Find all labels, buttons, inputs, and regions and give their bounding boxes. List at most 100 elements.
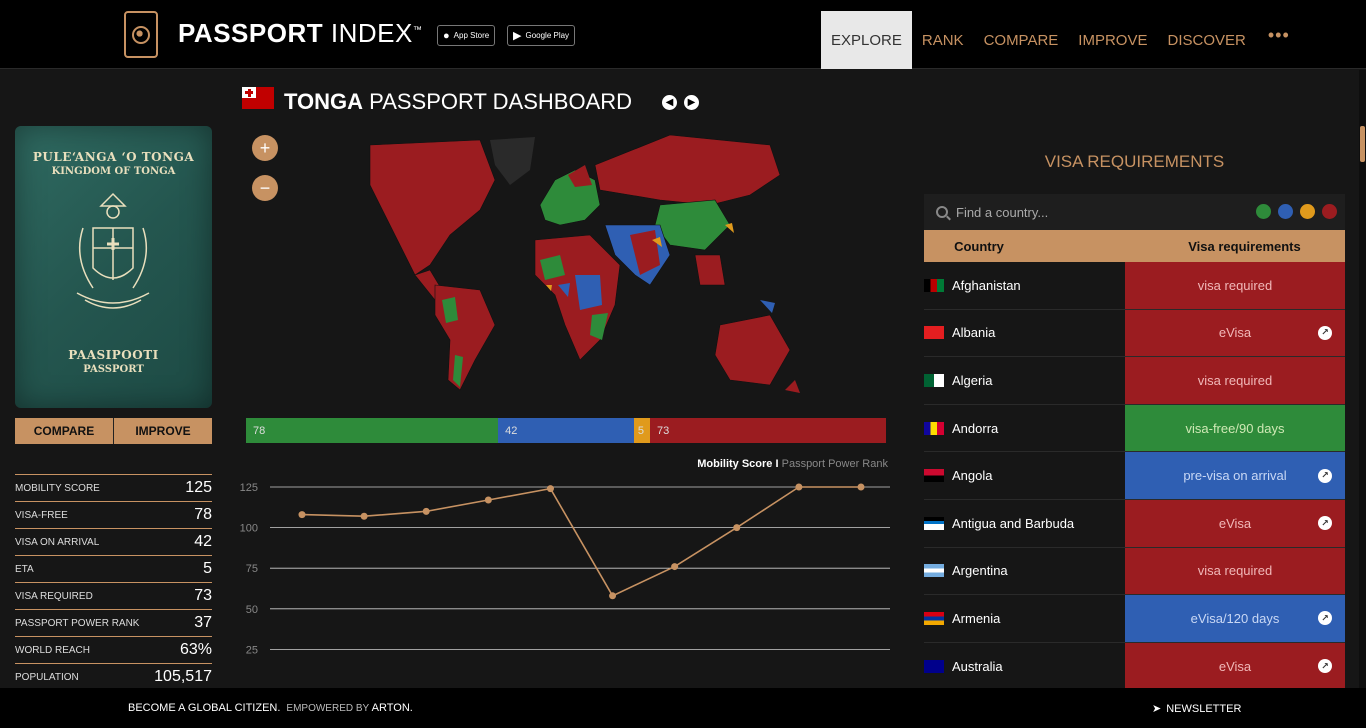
country-cell[interactable]: Australia (924, 642, 1125, 688)
visa-requirement-cell[interactable]: eVisa ↗ (1125, 499, 1345, 547)
table-row[interactable]: Argentina visa required (924, 547, 1345, 596)
breakdown-visa-free[interactable]: 78 (246, 418, 499, 443)
legend-mobility-score[interactable]: Mobility Score (697, 458, 772, 470)
visa-requirement-cell[interactable]: pre-visa on arrival ↗ (1125, 452, 1345, 499)
mobility-line-chart: 125 100 75 50 25 (240, 482, 890, 656)
series-line (301, 486, 861, 597)
visa-requirement-cell[interactable]: visa required (1125, 547, 1345, 595)
breakdown-on-arrival[interactable]: 42 (498, 418, 634, 443)
nav-explore[interactable]: EXPLORE (821, 11, 912, 69)
more-menu-icon[interactable]: ••• (1256, 11, 1302, 59)
data-point[interactable] (733, 524, 741, 532)
passport-cover: PULEʻANGA ʻO TONGA KINGDOM OF TONGA PAAS… (15, 126, 212, 408)
external-link-icon[interactable]: ↗ (1318, 468, 1332, 483)
tonga-flag-icon (242, 87, 274, 109)
scrollbar-thumb[interactable] (1360, 126, 1365, 162)
globe-icon (132, 25, 150, 44)
table-row[interactable]: Albania eVisa ↗ (924, 309, 1345, 358)
col-visa-req[interactable]: Visa requirements (1034, 230, 1345, 262)
table-row[interactable]: Andorra visa-free/90 days (924, 404, 1345, 453)
country-cell[interactable]: Afghanistan (924, 262, 1125, 309)
y-tick-label: 75 (246, 563, 258, 575)
nav-discover[interactable]: DISCOVER (1157, 11, 1255, 69)
visa-requirement-cell[interactable]: eVisa ↗ (1125, 642, 1345, 688)
nav-rank[interactable]: RANK (912, 11, 974, 69)
country-flag-icon (924, 326, 944, 340)
visa-requirement-text: pre-visa on arrival (1183, 468, 1287, 484)
country-name: Antigua and Barbuda (952, 515, 1075, 531)
visa-requirement-text: eVisa (1218, 658, 1252, 674)
prev-arrow-icon[interactable]: ◀ (662, 95, 677, 110)
search-icon (936, 206, 948, 218)
world-map[interactable] (330, 125, 810, 400)
stat-eta: ETA 5 (15, 556, 212, 583)
visa-requirement-cell[interactable]: eVisa ↗ (1125, 309, 1345, 357)
arton-link[interactable]: ARTON. (372, 702, 413, 714)
data-point[interactable] (484, 496, 492, 504)
data-point[interactable] (609, 592, 617, 600)
country-name: Albania (952, 325, 996, 341)
country-name: Australia (952, 658, 1003, 674)
country-flag-icon (924, 659, 944, 673)
filter-visa-free[interactable] (1256, 204, 1271, 219)
passport-actions: COMPARE IMPROVE (15, 418, 212, 444)
country-name: Angola (952, 468, 993, 484)
country-cell[interactable]: Andorra (924, 404, 1125, 452)
visa-requirement-text: visa required (1197, 372, 1273, 388)
country-cell[interactable]: Argentina (924, 547, 1125, 595)
legend-power-rank[interactable]: Passport Power Rank (782, 458, 888, 470)
zoom-in-button[interactable]: + (252, 135, 278, 161)
country-search-input[interactable] (956, 204, 1216, 220)
table-row[interactable]: Algeria visa required (924, 357, 1345, 405)
compare-button[interactable]: COMPARE (15, 418, 113, 444)
country-cell[interactable]: Algeria (924, 357, 1125, 404)
external-link-icon[interactable]: ↗ (1318, 611, 1332, 626)
next-arrow-icon[interactable]: ▶ (684, 95, 699, 110)
table-row[interactable]: Afghanistan visa required (924, 262, 1345, 310)
data-point[interactable] (422, 507, 430, 515)
visa-requirement-cell[interactable]: visa required (1125, 357, 1345, 404)
data-point[interactable] (857, 483, 865, 491)
visa-requirement-cell[interactable]: eVisa/120 days ↗ (1125, 595, 1345, 642)
footer-tagline: BECOME A GLOBAL CITIZEN. EMPOWERED BY ART… (128, 702, 413, 714)
table-row[interactable]: Armenia eVisa/120 days ↗ (924, 595, 1345, 643)
data-point[interactable] (298, 511, 306, 519)
data-point[interactable] (671, 563, 679, 571)
visa-requirement-cell[interactable]: visa required (1125, 262, 1345, 309)
external-link-icon[interactable]: ↗ (1318, 516, 1332, 531)
logo-icon[interactable] (124, 11, 158, 58)
country-cell[interactable]: Angola (924, 452, 1125, 499)
improve-button[interactable]: IMPROVE (113, 418, 212, 444)
breakdown-eta[interactable]: 5 (633, 418, 651, 443)
stat-world-reach: WORLD REACH 63% (15, 637, 212, 664)
app-store-button[interactable]: ● App Store (437, 25, 496, 46)
nav-improve[interactable]: IMPROVE (1068, 11, 1157, 69)
stats-list: MOBILITY SCORE 125 VISA-FREE 78 VISA ON AR… (15, 474, 212, 691)
data-point[interactable] (795, 483, 803, 491)
external-link-icon[interactable]: ↗ (1318, 325, 1332, 340)
nav-compare[interactable]: COMPARE (974, 11, 1069, 69)
filter-eta[interactable] (1300, 204, 1315, 219)
newsletter-link[interactable]: ➤ NEWSLETTER (1152, 702, 1241, 716)
table-row[interactable]: Angola pre-visa on arrival ↗ (924, 452, 1345, 500)
filter-on-arrival[interactable] (1278, 204, 1293, 219)
page-scrollbar[interactable] (1359, 70, 1366, 688)
brand-title[interactable]: PASSPORT INDEX™ (178, 18, 422, 49)
zoom-out-button[interactable]: − (252, 175, 278, 201)
data-point[interactable] (546, 485, 554, 493)
country-cell[interactable]: Antigua and Barbuda (924, 499, 1125, 547)
filter-visa-required[interactable] (1322, 204, 1337, 219)
breakdown-visa-required[interactable]: 73 (650, 418, 886, 443)
country-cell[interactable]: Albania (924, 309, 1125, 357)
col-country[interactable]: Country (924, 230, 1034, 262)
y-tick-label: 100 (240, 523, 258, 535)
visa-requirement-text: visa required (1197, 563, 1273, 579)
country-cell[interactable]: Armenia (924, 595, 1125, 642)
table-row[interactable]: Australia eVisa ↗ (924, 642, 1345, 688)
country-name: Armenia (952, 610, 1001, 626)
external-link-icon[interactable]: ↗ (1318, 659, 1332, 674)
data-point[interactable] (360, 512, 368, 520)
table-row[interactable]: Antigua and Barbuda eVisa ↗ (924, 499, 1345, 548)
visa-requirement-cell[interactable]: visa-free/90 days (1125, 404, 1345, 452)
google-play-button[interactable]: ▶ Google Play (507, 25, 576, 46)
